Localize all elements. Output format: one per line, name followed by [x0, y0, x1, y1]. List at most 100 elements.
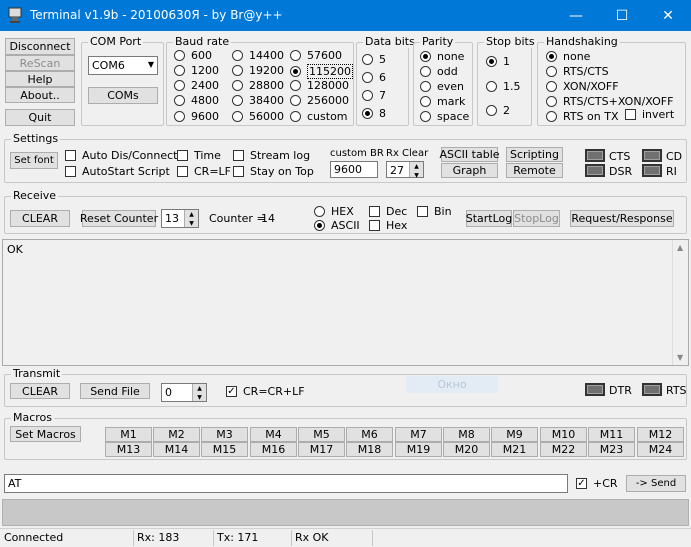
- macro-button-m6[interactable]: M6: [346, 427, 393, 442]
- baud-radio-2400[interactable]: 2400: [174, 79, 219, 92]
- baud-radio-600[interactable]: 600: [174, 49, 212, 62]
- command-input[interactable]: AT: [4, 474, 568, 493]
- handshaking-radio-rts-cts-xon-xoff[interactable]: RTS/CTS+XON/XOFF: [546, 95, 673, 108]
- hidden-window-button[interactable]: Окно: [406, 376, 498, 393]
- macro-button-m19[interactable]: M19: [395, 442, 442, 457]
- macro-button-m5[interactable]: M5: [298, 427, 345, 442]
- stop-bits-radio-1-5[interactable]: 1.5: [486, 80, 521, 93]
- macro-button-m15[interactable]: M15: [201, 442, 248, 457]
- macro-button-m4[interactable]: M4: [250, 427, 297, 442]
- handshaking-radio-xon-xoff[interactable]: XON/XOFF: [546, 80, 619, 93]
- data-bits-radio-8[interactable]: 8: [362, 107, 386, 120]
- parity-radio-space[interactable]: space: [420, 110, 469, 123]
- receive-output-area[interactable]: OK ▲ ▼: [2, 239, 689, 366]
- transmit-pane[interactable]: [2, 499, 689, 526]
- data-bits-radio-5[interactable]: 5: [362, 53, 386, 66]
- com-port-select[interactable]: COM6 ▼: [88, 56, 158, 75]
- macro-button-m7[interactable]: M7: [395, 427, 442, 442]
- baud-radio-4800[interactable]: 4800: [174, 94, 219, 107]
- quit-button[interactable]: Quit: [5, 109, 75, 126]
- macro-button-m24[interactable]: M24: [637, 442, 684, 457]
- macro-button-m17[interactable]: M17: [298, 442, 345, 457]
- parity-radio-none[interactable]: none: [420, 50, 464, 63]
- ascii-radio[interactable]: ASCII: [314, 219, 360, 232]
- cr-crlf-checkbox[interactable]: ✓ CR=CR+LF: [226, 385, 305, 398]
- ascii-table-button[interactable]: ASCII table: [439, 147, 500, 162]
- hex-radio[interactable]: HEX: [314, 205, 354, 218]
- help-button[interactable]: Help: [5, 71, 75, 87]
- transmit-stepper[interactable]: 0 ▲ ▼: [161, 383, 207, 402]
- auto-dis-connect-checkbox[interactable]: Auto Dis/Connect: [65, 149, 177, 162]
- transmit-clear-button[interactable]: CLEAR: [10, 383, 70, 399]
- stop-bits-radio-1[interactable]: 1: [486, 55, 510, 68]
- macro-button-m14[interactable]: M14: [153, 442, 200, 457]
- scripting-button[interactable]: Scripting: [506, 147, 563, 162]
- macro-button-m9[interactable]: M9: [491, 427, 538, 442]
- stream-log-checkbox[interactable]: Stream log: [233, 149, 310, 162]
- graph-button[interactable]: Graph: [441, 163, 498, 178]
- bin-checkbox[interactable]: Bin: [417, 205, 452, 218]
- coms-button[interactable]: COMs: [88, 87, 158, 104]
- invert-checkbox[interactable]: invert: [625, 108, 674, 121]
- baud-radio-1200[interactable]: 1200: [174, 64, 219, 77]
- baud-radio-28800[interactable]: 28800: [232, 79, 284, 92]
- startlog-button[interactable]: StartLog: [466, 210, 512, 227]
- macro-button-m12[interactable]: M12: [637, 427, 684, 442]
- baud-radio-256000[interactable]: 256000: [290, 94, 349, 107]
- time-checkbox[interactable]: Time: [177, 149, 221, 162]
- receive-scrollbar[interactable]: ▲ ▼: [672, 240, 688, 365]
- baud-radio-19200[interactable]: 19200: [232, 64, 284, 77]
- request-response-button[interactable]: Request/Response: [570, 210, 674, 227]
- set-macros-button[interactable]: Set Macros: [10, 426, 81, 442]
- cr-lf-checkbox[interactable]: CR=LF: [177, 165, 231, 178]
- baud-radio-9600[interactable]: 9600: [174, 110, 219, 123]
- macro-button-m18[interactable]: M18: [346, 442, 393, 457]
- macro-button-m23[interactable]: M23: [588, 442, 635, 457]
- macro-button-m8[interactable]: M8: [443, 427, 490, 442]
- data-bits-radio-7[interactable]: 7: [362, 89, 386, 102]
- macro-button-m3[interactable]: M3: [201, 427, 248, 442]
- macro-button-m13[interactable]: M13: [105, 442, 152, 457]
- minimize-button[interactable]: —: [553, 0, 599, 31]
- data-bits-radio-6[interactable]: 6: [362, 71, 386, 84]
- close-button[interactable]: ✕: [645, 0, 691, 31]
- baud-radio-14400[interactable]: 14400: [232, 49, 284, 62]
- baud-radio-56000[interactable]: 56000: [232, 110, 284, 123]
- macro-button-m11[interactable]: M11: [588, 427, 635, 442]
- baud-radio-57600[interactable]: 57600: [290, 49, 342, 62]
- dtr-led[interactable]: [585, 383, 605, 396]
- parity-radio-even[interactable]: even: [420, 80, 464, 93]
- baud-radio-custom[interactable]: custom: [290, 110, 348, 123]
- dec-checkbox[interactable]: Dec: [369, 205, 407, 218]
- set-font-button[interactable]: Set font: [10, 152, 58, 169]
- macro-button-m16[interactable]: M16: [250, 442, 297, 457]
- macro-button-m2[interactable]: M2: [153, 427, 200, 442]
- baud-radio-115200[interactable]: 115200: [290, 64, 353, 79]
- macro-button-m21[interactable]: M21: [491, 442, 538, 457]
- rx-clear-stepper[interactable]: 27 ▲ ▼: [386, 161, 424, 179]
- maximize-button[interactable]: ☐: [599, 0, 645, 31]
- stoplog-button[interactable]: StopLog: [513, 210, 560, 227]
- macro-button-m22[interactable]: M22: [540, 442, 587, 457]
- baud-radio-128000[interactable]: 128000: [290, 79, 349, 92]
- handshaking-radio-rts-cts[interactable]: RTS/CTS: [546, 65, 609, 78]
- macro-button-m10[interactable]: M10: [540, 427, 587, 442]
- receive-clear-button[interactable]: CLEAR: [10, 210, 70, 227]
- disconnect-button[interactable]: Disconnect: [5, 38, 75, 55]
- parity-radio-mark[interactable]: mark: [420, 95, 465, 108]
- macro-button-m1[interactable]: M1: [105, 427, 152, 442]
- handshaking-radio-rts-on-tx[interactable]: RTS on TX: [546, 110, 619, 123]
- rts-led[interactable]: [642, 383, 662, 396]
- autostart-script-checkbox[interactable]: AutoStart Script: [65, 165, 170, 178]
- reset-counter-button[interactable]: Reset Counter: [80, 210, 158, 227]
- stay-on-top-checkbox[interactable]: Stay on Top: [233, 165, 314, 178]
- macro-button-m20[interactable]: M20: [443, 442, 490, 457]
- baud-radio-38400[interactable]: 38400: [232, 94, 284, 107]
- send-file-button[interactable]: Send File: [80, 383, 150, 399]
- plus-cr-checkbox[interactable]: ✓ +CR: [576, 477, 618, 490]
- send-button[interactable]: -> Send: [626, 475, 686, 492]
- hex-checkbox[interactable]: Hex: [369, 219, 407, 232]
- parity-radio-odd[interactable]: odd: [420, 65, 458, 78]
- about-button[interactable]: About..: [5, 87, 75, 103]
- remote-button[interactable]: Remote: [506, 163, 563, 178]
